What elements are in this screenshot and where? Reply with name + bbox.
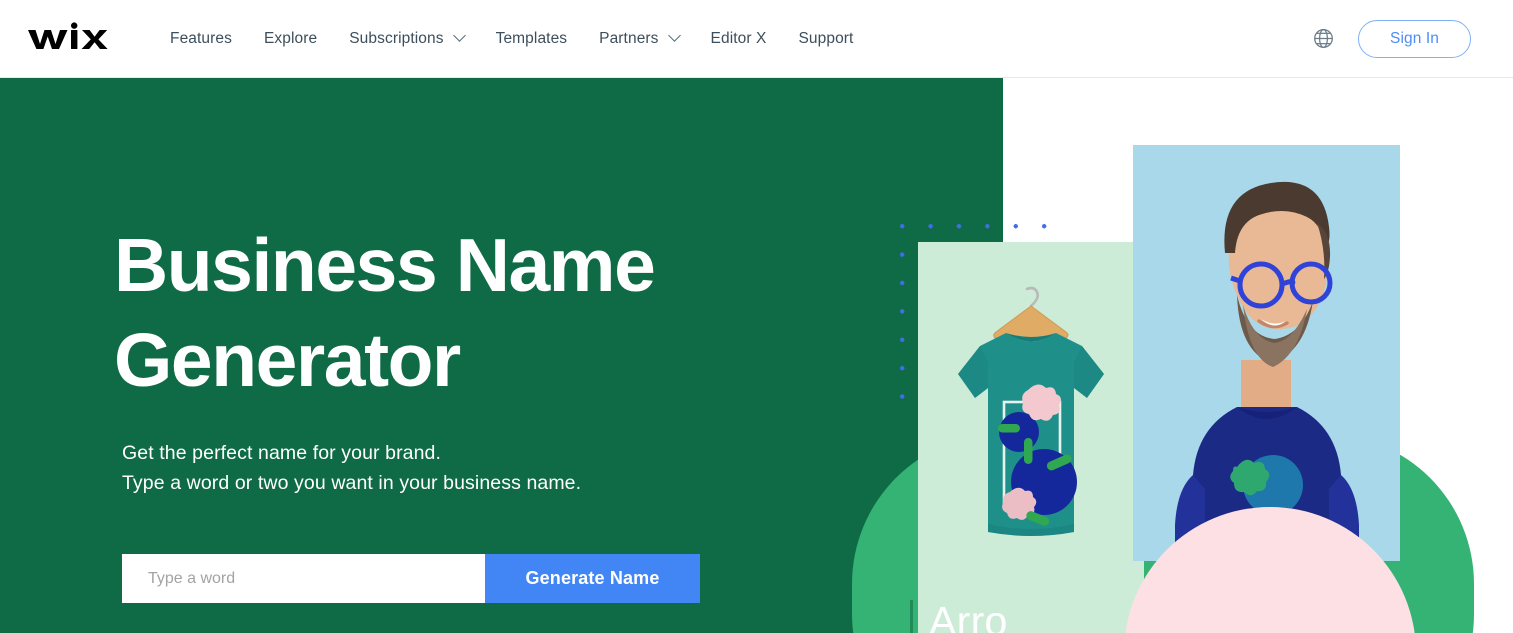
- nav-item-label: Support: [798, 29, 854, 47]
- hero-content: Business Name Generator Get the perfect …: [0, 78, 1003, 633]
- nav-item-editor-x[interactable]: Editor X: [695, 0, 783, 77]
- nav-item-label: Editor X: [710, 29, 767, 47]
- main-navigation: Features Explore Subscriptions Templates…: [154, 0, 869, 77]
- nav-item-explore[interactable]: Explore: [248, 0, 333, 77]
- nav-item-label: Templates: [495, 29, 568, 47]
- page-title: Business Name Generator: [114, 218, 834, 408]
- pink-dome-shape: [1124, 507, 1416, 633]
- name-generator-form: Generate Name: [122, 554, 700, 603]
- sign-in-button[interactable]: Sign In: [1358, 19, 1471, 58]
- page-title-line1: Business Name: [114, 223, 656, 307]
- site-header: Features Explore Subscriptions Templates…: [0, 0, 1513, 78]
- hero-subtitle-line2: Type a word or two you want in your busi…: [122, 472, 582, 494]
- nav-item-label: Subscriptions: [349, 29, 444, 47]
- hero-subtitle-line1: Get the perfect name for your brand.: [122, 442, 442, 464]
- person-illustration: [1133, 145, 1400, 561]
- chevron-down-icon: [452, 29, 466, 42]
- wix-logo-icon: [28, 21, 108, 49]
- person-photo-card: [1133, 145, 1400, 561]
- nav-item-templates[interactable]: Templates: [480, 0, 584, 77]
- nav-item-label: Partners: [599, 29, 659, 47]
- nav-item-label: Features: [170, 29, 232, 47]
- hero-subtitle: Get the perfect name for your brand. Typ…: [122, 438, 581, 498]
- nav-item-subscriptions[interactable]: Subscriptions: [333, 0, 479, 77]
- nav-item-support[interactable]: Support: [782, 0, 869, 77]
- chevron-down-icon: [667, 29, 681, 42]
- nav-item-partners[interactable]: Partners: [583, 0, 694, 77]
- hero-section: Arro Business Name Generator Get the per…: [0, 78, 1513, 633]
- nav-item-features[interactable]: Features: [154, 0, 248, 77]
- globe-icon: [1313, 29, 1333, 48]
- nav-item-label: Explore: [263, 29, 318, 47]
- wix-logo[interactable]: [26, 21, 112, 56]
- generate-name-button[interactable]: Generate Name: [485, 554, 700, 603]
- keyword-input[interactable]: [122, 554, 485, 603]
- language-selector[interactable]: [1310, 26, 1336, 52]
- page-title-line2: Generator: [114, 318, 461, 402]
- header-actions: Sign In: [1310, 19, 1471, 58]
